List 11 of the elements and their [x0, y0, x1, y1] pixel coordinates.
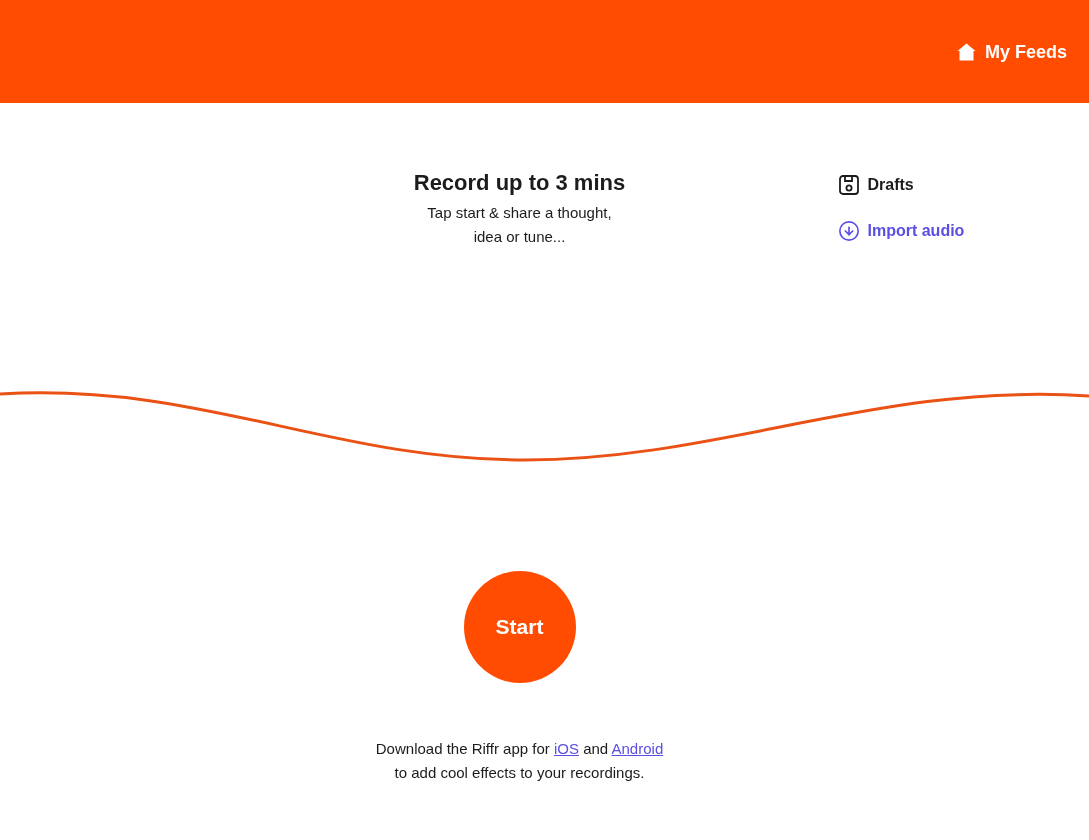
home-icon — [956, 42, 976, 61]
drafts-link[interactable]: Drafts — [837, 173, 914, 197]
download-note: Download the Riffr app for iOS and Android to add cool effects to your recordings. — [374, 739, 665, 783]
start-button[interactable]: Start — [463, 571, 576, 683]
recorder-title: Record up to 3 mins — [413, 169, 626, 197]
recorder-subtitle: Tap start & share a thought, idea or tune... — [426, 203, 613, 247]
my-feeds-link[interactable]: My Feeds — [956, 40, 1067, 63]
import-audio-link[interactable]: Import audio — [837, 219, 965, 243]
arrow-down-circle-icon — [837, 220, 860, 242]
text-link[interactable]: iOS — [553, 740, 579, 757]
text-link[interactable]: Android — [611, 740, 664, 757]
